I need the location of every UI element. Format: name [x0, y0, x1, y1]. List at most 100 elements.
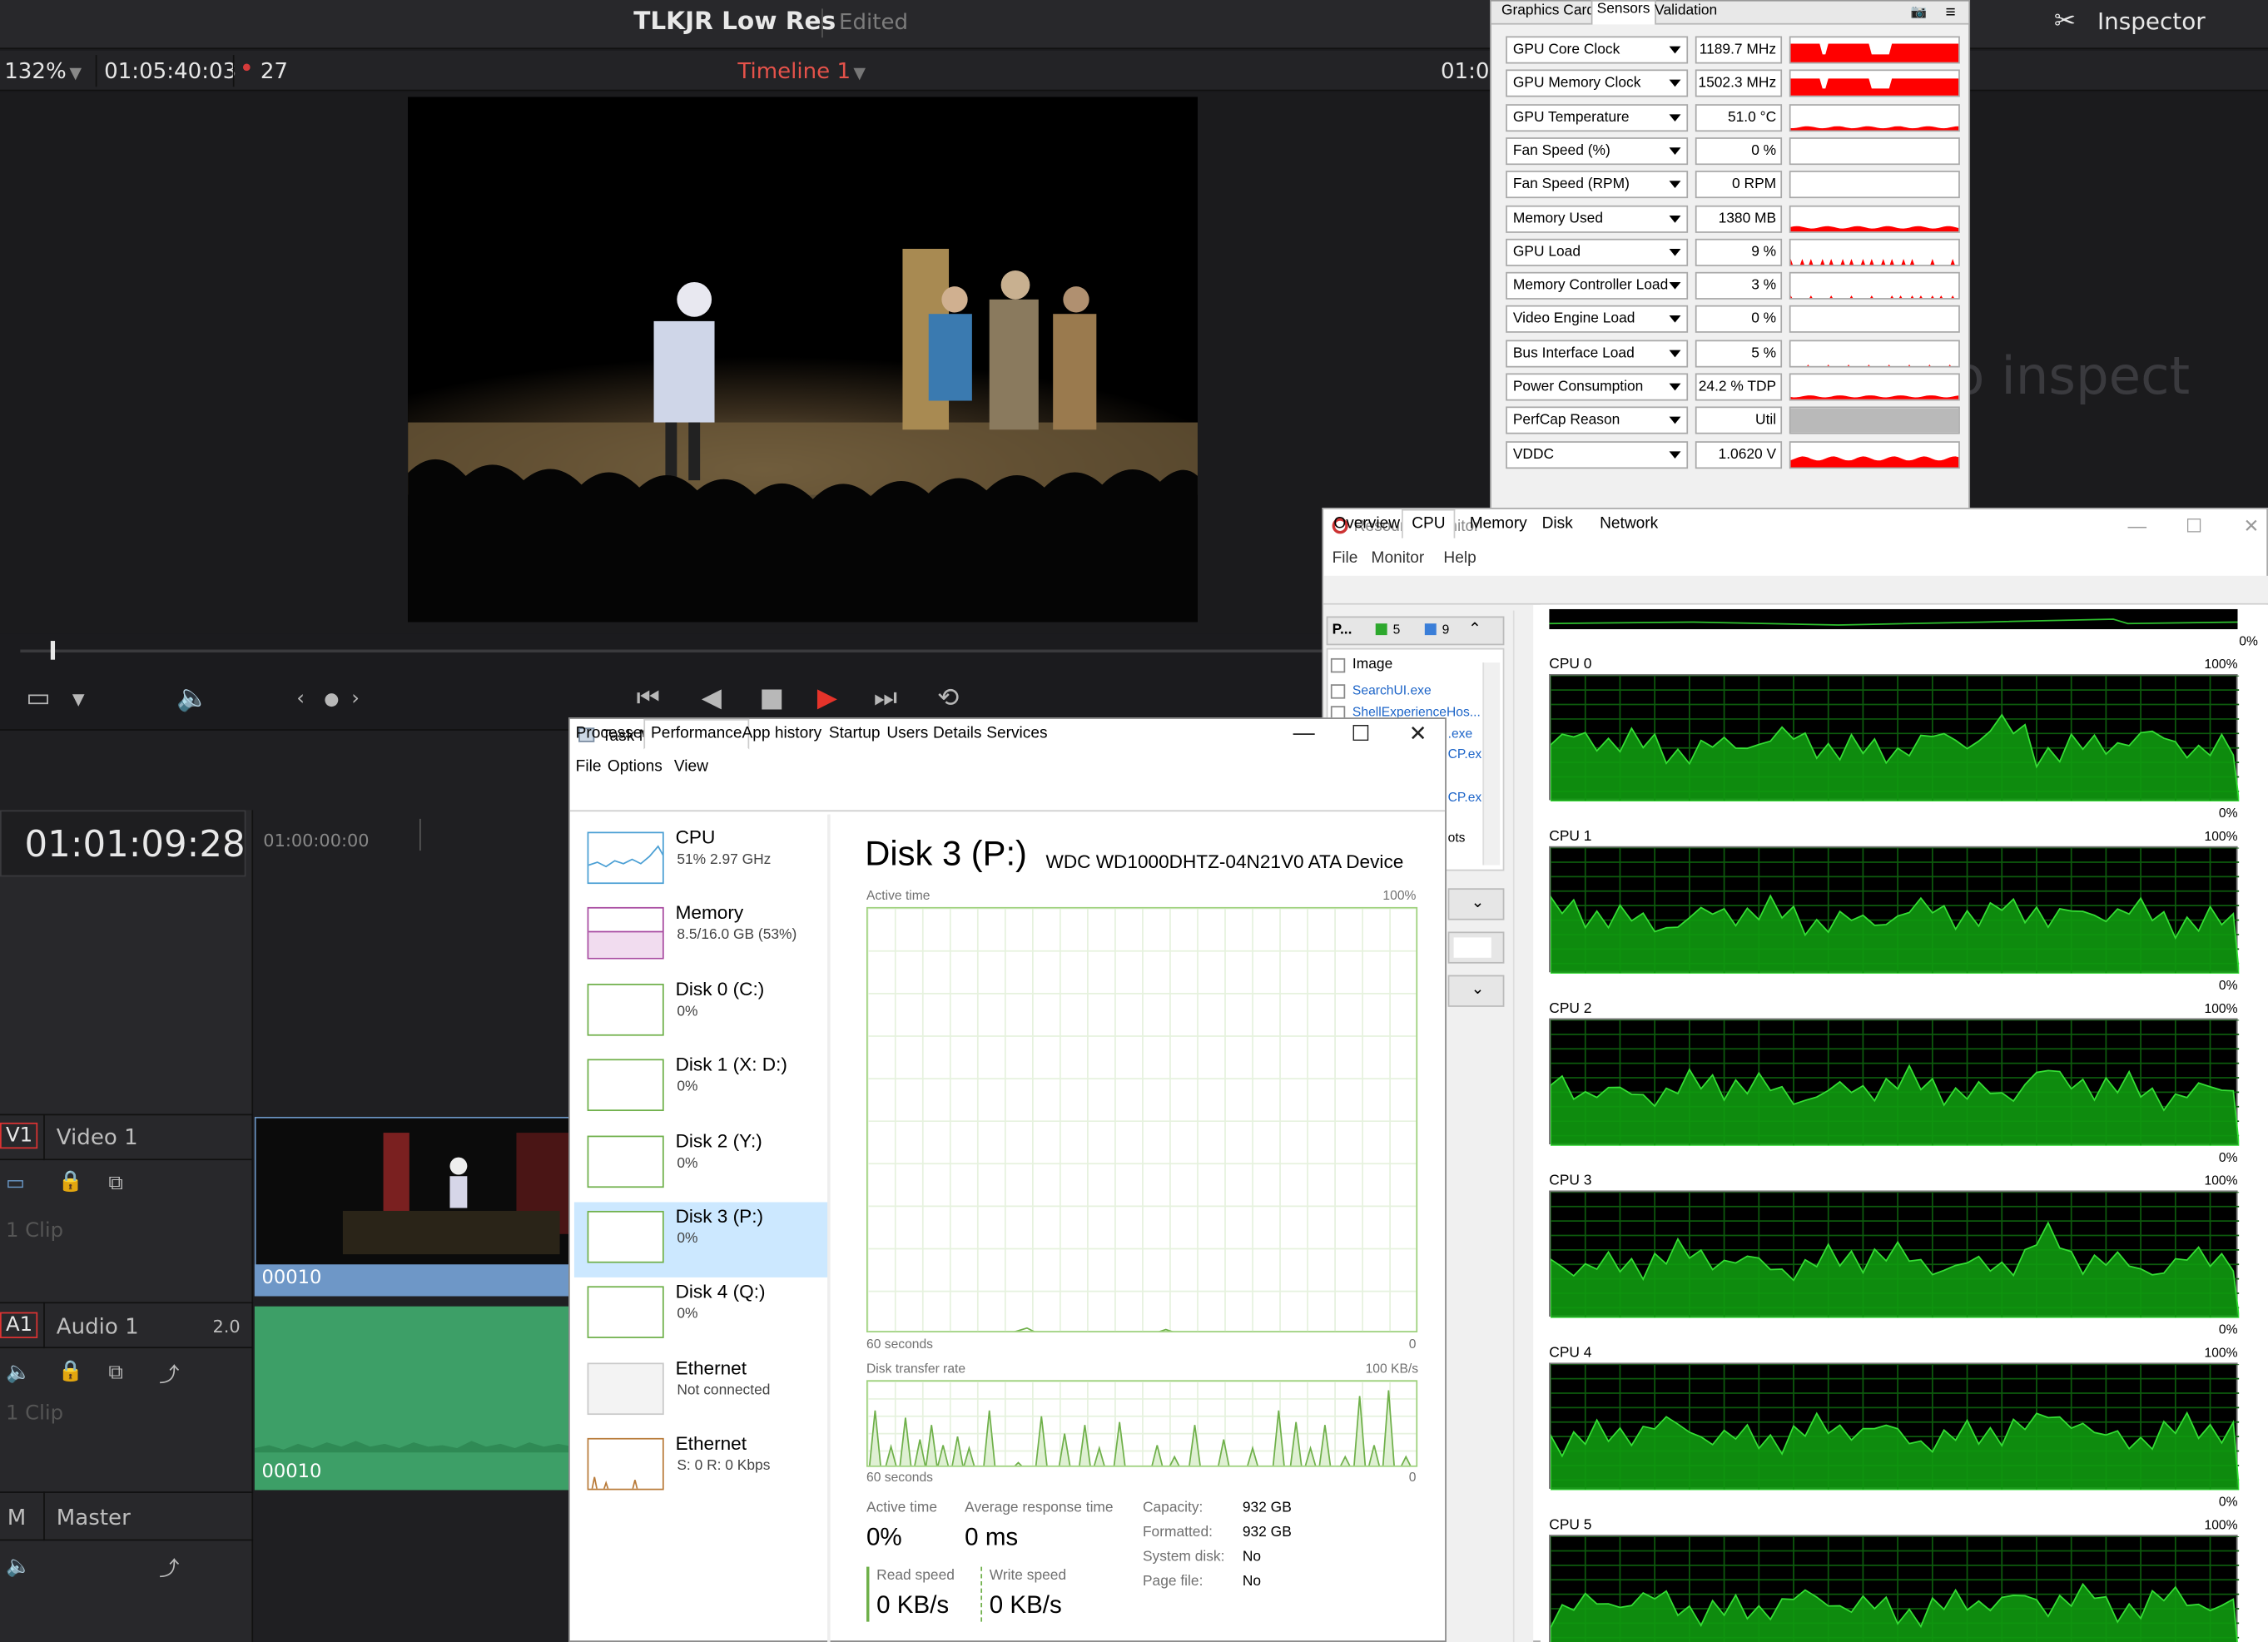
speaker-icon[interactable]: 🔈: [6, 1362, 31, 1385]
dropdown-arrow-icon[interactable]: [1669, 215, 1681, 222]
dropdown-arrow-icon[interactable]: [1669, 350, 1681, 357]
minimize-button[interactable]: —: [1293, 721, 1315, 746]
audio-speaker-icon[interactable]: 🔈: [176, 682, 209, 713]
skip-to-start-icon[interactable]: ⏮: [637, 682, 660, 713]
dropdown-arrow-icon[interactable]: [1669, 450, 1681, 459]
dropdown-arrow-icon[interactable]: [1669, 248, 1681, 256]
pane-splitter[interactable]: [1512, 610, 1531, 1642]
dropdown-arrow-icon[interactable]: [1669, 315, 1681, 324]
maximize-button[interactable]: ☐: [2186, 515, 2202, 538]
lock-icon[interactable]: 🔒: [58, 1360, 83, 1383]
gpuz-tab-graphics-card[interactable]: Graphics Card: [1497, 2, 1599, 18]
sensor-label[interactable]: VDDC: [1506, 440, 1689, 469]
sensor-label[interactable]: Video Engine Load: [1506, 305, 1689, 334]
sensor-label[interactable]: PerfCap Reason: [1506, 406, 1689, 435]
process-name[interactable]: .exe: [1448, 727, 1473, 741]
link-icon[interactable]: ⧉: [108, 1362, 122, 1385]
taskmgr-tab-processes[interactable]: Processes: [576, 725, 650, 742]
stop-icon[interactable]: ■: [759, 682, 784, 713]
close-button[interactable]: ✕: [2243, 515, 2259, 538]
master-speaker-icon[interactable]: 🔈: [6, 1555, 31, 1579]
resmon-tab-network[interactable]: Network: [1600, 515, 1658, 533]
link-icon[interactable]: ⧉: [108, 1172, 122, 1195]
scrubber-track[interactable]: [20, 649, 1323, 652]
taskmgr-resource-item[interactable]: Disk 0 (C:) 0%: [574, 975, 829, 1049]
sensor-label[interactable]: Memory Controller Load: [1506, 271, 1689, 300]
sensor-label[interactable]: Memory Used: [1506, 204, 1689, 232]
track-tag-a1[interactable]: A1: [0, 1312, 39, 1338]
taskmgr-tab-app-history[interactable]: App history: [742, 725, 822, 742]
taskmgr-resource-item[interactable]: Ethernet S: 0 R: 0 Kbps: [574, 1430, 829, 1505]
taskmgr-resource-item[interactable]: Disk 2 (Y:) 0%: [574, 1126, 829, 1201]
taskmgr-tab-services[interactable]: Services: [986, 725, 1047, 742]
resmon-tab-memory[interactable]: Memory: [1470, 515, 1527, 533]
select-all-checkbox[interactable]: [1330, 657, 1346, 673]
taskmgr-resource-item[interactable]: Memory 8.5/16.0 GB (53%): [574, 899, 829, 974]
taskmgr-resource-item[interactable]: Ethernet Not connected: [574, 1354, 829, 1429]
curve-icon[interactable]: ⤴: [159, 1360, 179, 1389]
gpuz-tab-validation[interactable]: Validation: [1650, 2, 1721, 18]
taskmgr-menu-view[interactable]: View: [674, 758, 708, 776]
sidebar-divider[interactable]: [827, 814, 831, 1642]
resmon-tab-overview[interactable]: Overview: [1333, 515, 1400, 533]
resmon-menu-file[interactable]: File: [1333, 550, 1358, 568]
taskmgr-tab-performance[interactable]: Performance: [643, 718, 750, 750]
sensor-label[interactable]: GPU Core Clock: [1506, 36, 1689, 64]
lock-icon[interactable]: 🔒: [58, 1170, 83, 1193]
dropdown-arrow-icon[interactable]: [1669, 181, 1681, 189]
gpuz-tab-sensors[interactable]: Sensors: [1591, 0, 1656, 25]
sensor-label[interactable]: GPU Load: [1506, 238, 1689, 266]
track-tag-v1[interactable]: V1: [0, 1122, 39, 1149]
taskmgr-resource-item[interactable]: Disk 4 (Q:) 0%: [574, 1278, 829, 1353]
transform-chevron-down-icon[interactable]: ▼: [72, 690, 85, 709]
master-curve-icon[interactable]: ⤴: [159, 1554, 179, 1583]
resmon-tab-disk[interactable]: Disk: [1542, 515, 1573, 533]
taskmgr-resource-item[interactable]: CPU 51% 2.97 GHz: [574, 823, 829, 898]
taskmgr-menu-options[interactable]: Options: [608, 758, 663, 776]
taskmgr-resource-item[interactable]: Disk 1 (X: D:) 0%: [574, 1050, 829, 1125]
play-icon[interactable]: ▶: [817, 682, 837, 713]
process-name[interactable]: CP.ex: [1448, 747, 1482, 761]
skip-to-end-icon[interactable]: ⏭: [874, 682, 897, 713]
track-monitor-icon[interactable]: ▭: [6, 1172, 25, 1195]
dropdown-arrow-icon[interactable]: [1669, 46, 1681, 54]
timeline-chevron-down-icon[interactable]: ▼: [853, 63, 866, 82]
collapse-chevron-up-icon[interactable]: ⌃: [1468, 619, 1481, 638]
sensor-label[interactable]: GPU Memory Clock: [1506, 69, 1689, 97]
dropdown-arrow-icon[interactable]: [1669, 113, 1681, 122]
transform-icon[interactable]: ▭: [26, 682, 51, 713]
maximize-button[interactable]: ☐: [1351, 721, 1370, 747]
dropdown-arrow-icon[interactable]: [1669, 80, 1681, 87]
next-marker-icon[interactable]: ›: [351, 687, 360, 711]
taskmgr-menu-file[interactable]: File: [576, 758, 602, 776]
resmon-menu-monitor[interactable]: Monitor: [1372, 550, 1425, 568]
minimize-button[interactable]: —: [2127, 515, 2146, 537]
taskmgr-resource-item[interactable]: Disk 3 (P:) 0%: [573, 1202, 829, 1277]
dropdown-arrow-icon[interactable]: [1669, 417, 1681, 424]
timeline-name[interactable]: Timeline 1: [737, 58, 851, 84]
play-reverse-icon[interactable]: ◀: [702, 682, 722, 713]
close-button[interactable]: ✕: [1409, 721, 1427, 747]
taskmgr-tab-users[interactable]: Users: [886, 725, 928, 742]
camera-icon[interactable]: 📷: [1911, 4, 1927, 20]
loop-icon[interactable]: ⟲: [937, 682, 959, 713]
sensor-label[interactable]: Fan Speed (%): [1506, 136, 1689, 165]
resmon-menu-help[interactable]: Help: [1443, 550, 1476, 568]
process-name[interactable]: SearchUI.exe: [1352, 682, 1432, 697]
video-clip-label[interactable]: 00010: [254, 1264, 573, 1297]
process-name[interactable]: CP.ex: [1448, 790, 1482, 804]
zoom-chevron-down-icon[interactable]: ▼: [69, 63, 82, 82]
resmon-tab-cpu[interactable]: CPU: [1402, 508, 1456, 538]
dropdown-arrow-icon[interactable]: [1669, 282, 1681, 290]
menu-icon[interactable]: ≡: [1945, 2, 1955, 22]
video-frame[interactable]: [408, 97, 1198, 623]
timeline-timecode-box[interactable]: 01:01:09:28: [0, 810, 246, 877]
dropdown-arrow-icon[interactable]: [1669, 147, 1681, 155]
process-col-image[interactable]: Image: [1352, 657, 1392, 672]
sensor-label[interactable]: Fan Speed (RPM): [1506, 171, 1689, 199]
zoom-level[interactable]: 132%: [4, 58, 67, 84]
marker-dot-nav-icon[interactable]: ●: [324, 688, 339, 708]
sensor-label[interactable]: Bus Interface Load: [1506, 339, 1689, 367]
prev-marker-icon[interactable]: ‹: [296, 687, 305, 711]
process-checkbox[interactable]: [1330, 684, 1346, 699]
